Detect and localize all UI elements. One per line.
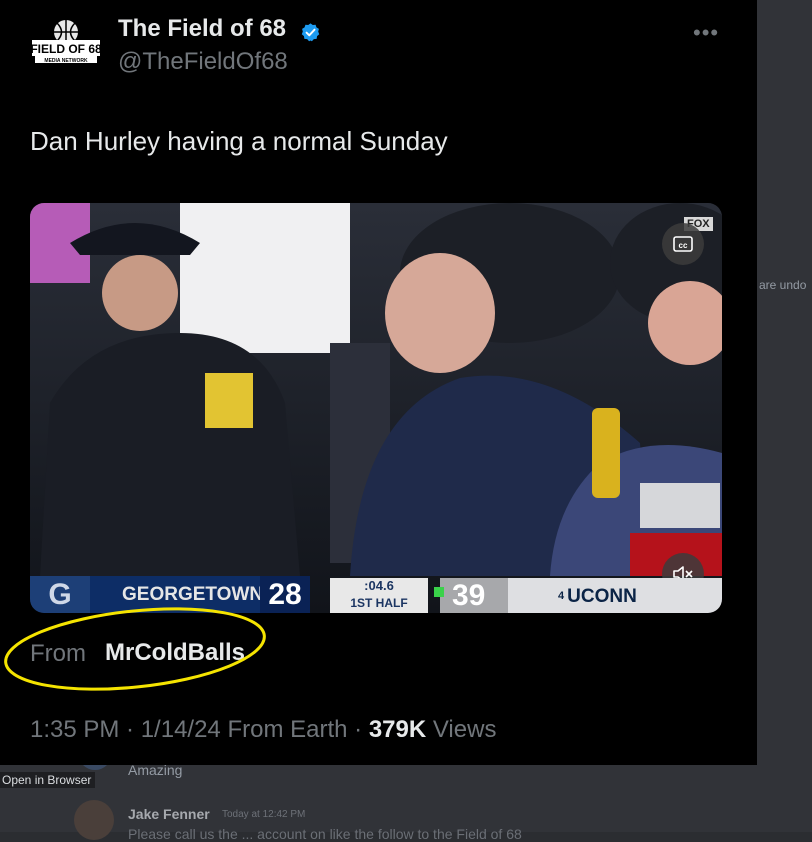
team2-seed: 4 bbox=[558, 590, 565, 602]
field-of-68-logo[interactable]: FIELD OF 68 MEDIA NETWORK bbox=[31, 18, 101, 70]
more-horizontal-icon[interactable]: ••• bbox=[693, 20, 719, 46]
video-player[interactable]: FOX cc G GEORGETOWN 28 :04.6 1ST HALF 39… bbox=[30, 203, 722, 613]
georgetown-logo: G bbox=[30, 576, 90, 613]
tweet-metadata: 1:35 PM · 1/14/24 From Earth · 379K View… bbox=[30, 716, 496, 744]
message-text: Please call us the ... account on like t… bbox=[128, 826, 522, 842]
message-timestamp: Today at 12:42 PM bbox=[222, 809, 306, 820]
video-source-user[interactable]: MrColdBalls bbox=[105, 639, 245, 667]
chat-area bbox=[0, 765, 812, 832]
verified-badge-icon bbox=[301, 23, 320, 42]
possession-indicator bbox=[434, 587, 444, 597]
logo-subtitle: MEDIA NETWORK bbox=[44, 58, 88, 64]
svg-text:cc: cc bbox=[679, 241, 688, 250]
logo-wordmark: FIELD OF 68 bbox=[31, 42, 101, 56]
team1-score: 28 bbox=[260, 576, 310, 613]
police-officer-figure bbox=[40, 333, 300, 576]
account-handle[interactable]: @TheFieldOf68 bbox=[118, 48, 288, 76]
video-source-label: From bbox=[30, 640, 86, 667]
views-label: Views bbox=[426, 716, 497, 743]
clock-time: :04.6 bbox=[364, 578, 394, 593]
game-clock: :04.6 1ST HALF bbox=[330, 578, 428, 613]
game-period: 1ST HALF bbox=[350, 596, 408, 610]
video-frame[interactable] bbox=[30, 203, 722, 613]
team2-name: 4 UCONN bbox=[508, 578, 722, 613]
tweet-timestamp[interactable]: 1:35 PM · 1/14/24 From Earth · bbox=[30, 716, 369, 743]
game-scoreboard: G GEORGETOWN 28 :04.6 1ST HALF 39 4 UCONN bbox=[30, 576, 722, 613]
open-in-browser-link[interactable]: Open in Browser bbox=[0, 772, 96, 788]
discord-side-panel: are undo bbox=[757, 0, 812, 832]
closed-captions-icon[interactable]: cc bbox=[662, 223, 704, 265]
message-author-name[interactable]: Jake Fenner bbox=[128, 806, 210, 822]
message-author-avatar[interactable] bbox=[74, 800, 114, 840]
team2-label: UCONN bbox=[567, 586, 637, 607]
side-panel-text: are undo bbox=[759, 278, 807, 292]
team2-score: 39 bbox=[440, 578, 508, 613]
account-display-name[interactable]: The Field of 68 bbox=[118, 15, 286, 43]
tweet-text: Dan Hurley having a normal Sunday bbox=[30, 126, 448, 156]
view-count: 379K bbox=[368, 716, 427, 743]
team1-name: GEORGETOWN bbox=[90, 576, 263, 613]
tweet-embed: FIELD OF 68 MEDIA NETWORK The Field of 6… bbox=[0, 0, 757, 765]
